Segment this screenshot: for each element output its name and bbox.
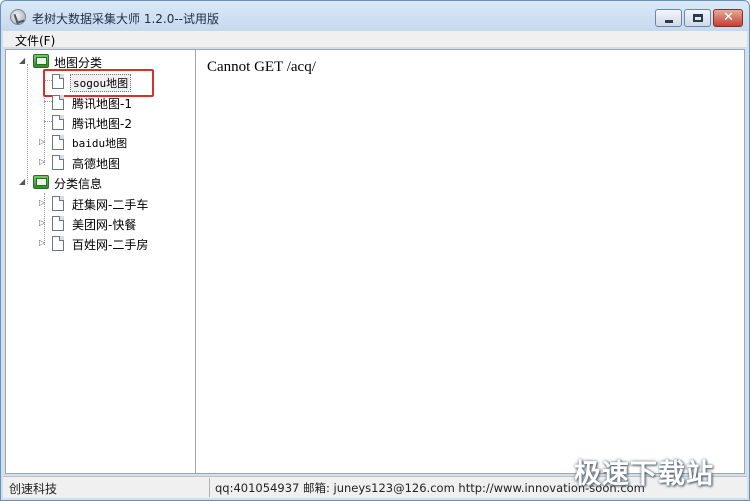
category-tree[interactable]: ◢ 地图分类 sogou地图 腾讯地图-1 腾讯地图-2 ▷ baidu地图 ▷… xyxy=(6,50,196,473)
site-watermark: 极速下载站 xyxy=(574,459,714,490)
title-bar[interactable]: 老树大数据采集大师 1.2.0--试用版 ✕ xyxy=(1,1,749,31)
close-icon: ✕ xyxy=(723,10,734,25)
document-icon xyxy=(52,236,64,251)
tree-item-ganji-used-car[interactable]: ▷ 赶集网-二手车 xyxy=(16,195,186,213)
document-icon xyxy=(52,155,64,170)
status-company: 创速科技 xyxy=(9,482,58,496)
document-icon xyxy=(52,135,64,150)
tree-item-label: baidu地图 xyxy=(72,137,128,150)
app-window: 老树大数据采集大师 1.2.0--试用版 ✕ 文件(F) ◢ 地图分类 sogo… xyxy=(0,0,750,501)
window-title: 老树大数据采集大师 1.2.0--试用版 xyxy=(32,12,220,26)
maximize-button[interactable] xyxy=(684,9,711,27)
menu-bar: 文件(F) xyxy=(3,31,747,48)
close-button[interactable]: ✕ xyxy=(713,9,743,27)
app-icon xyxy=(10,9,26,25)
folder-icon xyxy=(33,175,49,189)
tree-item-label: 百姓网-二手房 xyxy=(72,238,149,252)
content-area: ◢ 地图分类 sogou地图 腾讯地图-1 腾讯地图-2 ▷ baidu地图 ▷… xyxy=(5,49,745,474)
tree-item-baidu-map[interactable]: ▷ baidu地图 xyxy=(16,134,186,152)
tree-item-gaode-map[interactable]: ▷ 高德地图 xyxy=(16,154,186,172)
document-icon xyxy=(52,95,64,110)
expand-arrow-icon[interactable]: ▷ xyxy=(39,219,47,227)
tree-item-label: 美团网-快餐 xyxy=(72,218,137,232)
tree-item-meituan-fastfood[interactable]: ▷ 美团网-快餐 xyxy=(16,215,186,233)
document-icon xyxy=(52,115,64,130)
tree-group-label: 分类信息 xyxy=(54,177,103,191)
document-icon xyxy=(52,216,64,231)
status-divider xyxy=(209,478,210,497)
error-message: Cannot GET /acq/ xyxy=(207,59,316,75)
minimize-button[interactable] xyxy=(655,9,682,27)
document-icon xyxy=(52,196,64,211)
minimize-icon xyxy=(665,20,673,23)
expand-arrow-icon[interactable]: ▷ xyxy=(39,158,47,166)
collapse-arrow-icon[interactable]: ◢ xyxy=(19,57,27,65)
tree-item-label: 高德地图 xyxy=(72,157,121,171)
folder-icon xyxy=(33,54,49,68)
menu-file[interactable]: 文件(F) xyxy=(15,32,55,49)
expand-arrow-icon[interactable]: ▷ xyxy=(39,138,47,146)
browser-pane[interactable]: Cannot GET /acq/ xyxy=(197,50,744,473)
tree-group-classified-info[interactable]: ◢ 分类信息 xyxy=(16,174,186,192)
expand-arrow-icon[interactable]: ▷ xyxy=(39,239,47,247)
highlight-box xyxy=(43,69,154,97)
tree-item-tencent-map-2[interactable]: 腾讯地图-2 xyxy=(16,114,186,132)
tree-item-label: 赶集网-二手车 xyxy=(72,198,149,212)
tree-item-label: 腾讯地图-1 xyxy=(72,97,132,111)
expand-arrow-icon[interactable]: ▷ xyxy=(39,199,47,207)
collapse-arrow-icon[interactable]: ◢ xyxy=(19,178,27,186)
maximize-icon xyxy=(693,14,703,22)
tree-item-baixing-used-house[interactable]: ▷ 百姓网-二手房 xyxy=(16,235,186,253)
tree-item-tencent-map-1[interactable]: 腾讯地图-1 xyxy=(16,94,186,112)
tree-item-label: 腾讯地图-2 xyxy=(72,117,132,131)
